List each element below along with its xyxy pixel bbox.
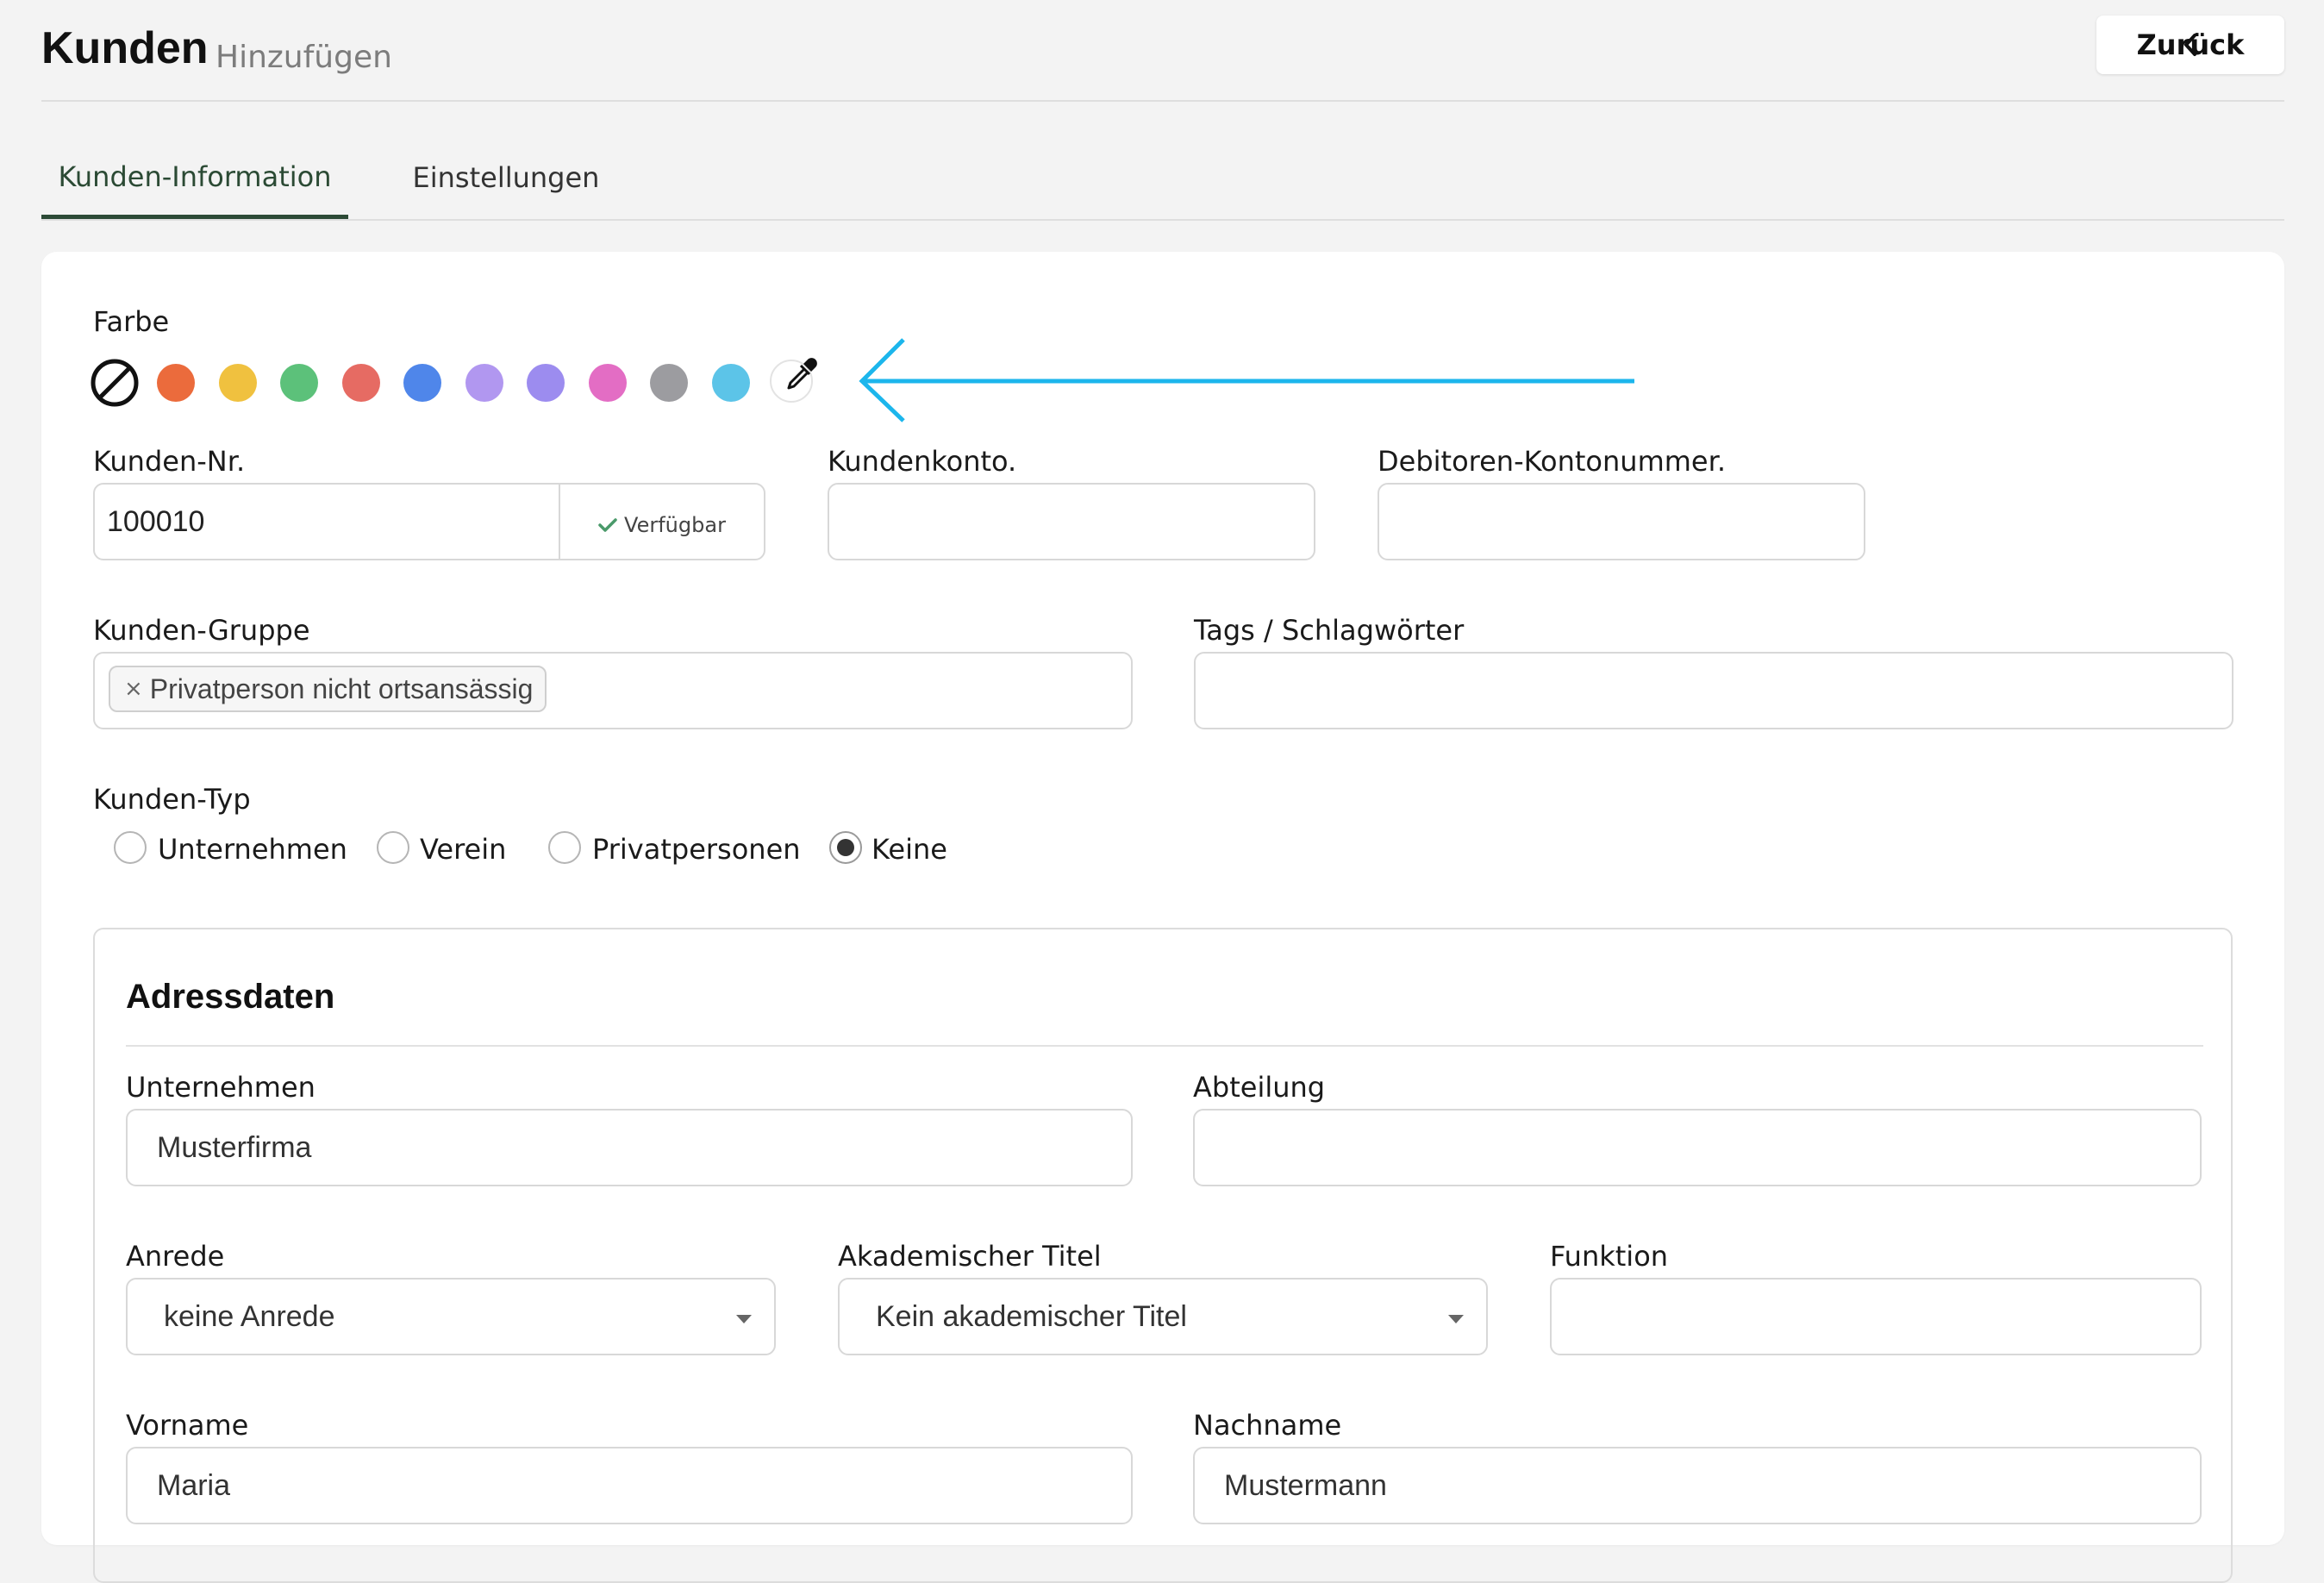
- salutation-value: keine Anrede: [164, 1299, 335, 1333]
- radio-none-label: Keine: [872, 833, 947, 866]
- color-swatch[interactable]: [650, 364, 688, 402]
- eyedropper-button[interactable]: [770, 358, 817, 403]
- tab-customer-information[interactable]: Kunden-Information: [41, 138, 348, 219]
- last-name-label: Nachname: [1193, 1409, 1342, 1442]
- last-name-input[interactable]: Mustermann: [1193, 1447, 2202, 1524]
- color-swatch[interactable]: [280, 364, 318, 402]
- customer-group-label: Kunden-Gruppe: [93, 614, 310, 647]
- academic-title-label: Akademischer Titel: [838, 1240, 1102, 1273]
- radio-association[interactable]: [377, 831, 409, 864]
- radio-private-persons-label: Privatpersonen: [592, 833, 801, 866]
- radio-association-label: Verein: [420, 833, 507, 866]
- first-name-input[interactable]: Maria: [126, 1447, 1133, 1524]
- salutation-label: Anrede: [126, 1240, 225, 1273]
- color-swatch[interactable]: [527, 364, 565, 402]
- address-section-title: Adressdaten: [126, 978, 335, 1016]
- radio-private-persons[interactable]: [548, 831, 581, 864]
- academic-title-select[interactable]: Kein akademischer Titel: [838, 1278, 1488, 1355]
- radio-company[interactable]: [114, 831, 147, 864]
- customer-account-input[interactable]: [828, 483, 1315, 560]
- chevron-down-icon: [1448, 1315, 1464, 1323]
- customer-group-tag: × Privatperson nicht ortsansässig: [109, 666, 547, 712]
- chevron-down-icon: [736, 1315, 752, 1323]
- color-swatch[interactable]: [588, 364, 627, 402]
- radio-company-label: Unternehmen: [158, 833, 347, 866]
- radio-none[interactable]: [829, 831, 862, 864]
- salutation-select[interactable]: keine Anrede: [126, 1278, 776, 1355]
- color-swatch[interactable]: [218, 364, 257, 402]
- company-input[interactable]: Musterfirma: [126, 1109, 1133, 1186]
- section-divider: [126, 1045, 2203, 1047]
- tags-input[interactable]: [1194, 652, 2233, 729]
- tab-bar: Kunden-Information Einstellungen: [41, 138, 2284, 221]
- last-name-value: Mustermann: [1224, 1468, 1387, 1502]
- first-name-value: Maria: [157, 1468, 231, 1502]
- department-input[interactable]: [1193, 1109, 2202, 1186]
- function-label: Funktion: [1550, 1240, 1669, 1273]
- color-swatch[interactable]: [403, 364, 441, 402]
- customer-number-input[interactable]: 100010: [93, 483, 560, 560]
- page-header: Kunden Hinzufügen Zurück: [41, 0, 2284, 102]
- customer-number-label: Kunden-Nr.: [93, 445, 246, 478]
- color-swatch[interactable]: [157, 364, 195, 402]
- remove-tag-icon[interactable]: ×: [124, 676, 143, 702]
- back-button-label: Zurück: [2136, 28, 2245, 61]
- tab-label: Einstellungen: [412, 161, 600, 194]
- department-label: Abteilung: [1193, 1071, 1326, 1104]
- color-swatch[interactable]: [341, 364, 380, 402]
- customer-account-label: Kundenkonto.: [828, 445, 1017, 478]
- availability-addon: Verfügbar: [559, 483, 765, 560]
- checkmark-icon: [598, 518, 617, 532]
- page-subtitle: Hinzufügen: [216, 40, 392, 75]
- tags-label: Tags / Schlagwörter: [1194, 614, 1465, 647]
- color-swatch[interactable]: [711, 364, 750, 402]
- customer-form-card: Farbe Kunden-Nr. 100010 Verfügbar Kunden…: [41, 252, 2284, 1583]
- customer-group-select[interactable]: × Privatperson nicht ortsansässig: [93, 652, 1133, 729]
- eyedropper-icon: [787, 358, 817, 390]
- tab-label: Kunden-Information: [58, 160, 332, 193]
- customer-number-value: 100010: [107, 504, 205, 538]
- availability-status: Verfügbar: [624, 513, 726, 537]
- company-label: Unternehmen: [126, 1071, 315, 1104]
- debtor-account-input[interactable]: [1378, 483, 1865, 560]
- function-input[interactable]: [1550, 1278, 2202, 1355]
- first-name-label: Vorname: [126, 1409, 249, 1442]
- no-color-icon[interactable]: [89, 357, 141, 409]
- page-title: Kunden: [41, 23, 209, 73]
- color-swatch[interactable]: [465, 364, 503, 402]
- customer-type-label: Kunden-Typ: [93, 783, 251, 816]
- academic-title-value: Kein akademischer Titel: [876, 1299, 1187, 1333]
- back-button[interactable]: Zurück: [2096, 16, 2284, 74]
- address-section: Adressdaten Unternehmen Musterfirma Abte…: [93, 928, 2233, 1583]
- annotation-arrow: [859, 338, 1634, 422]
- debtor-account-label: Debitoren-Kontonummer.: [1378, 445, 1726, 478]
- tab-settings[interactable]: Einstellungen: [379, 138, 633, 217]
- customer-group-tag-label: Privatperson nicht ortsansässig: [149, 673, 534, 704]
- color-label: Farbe: [93, 305, 170, 338]
- company-value: Musterfirma: [157, 1130, 312, 1164]
